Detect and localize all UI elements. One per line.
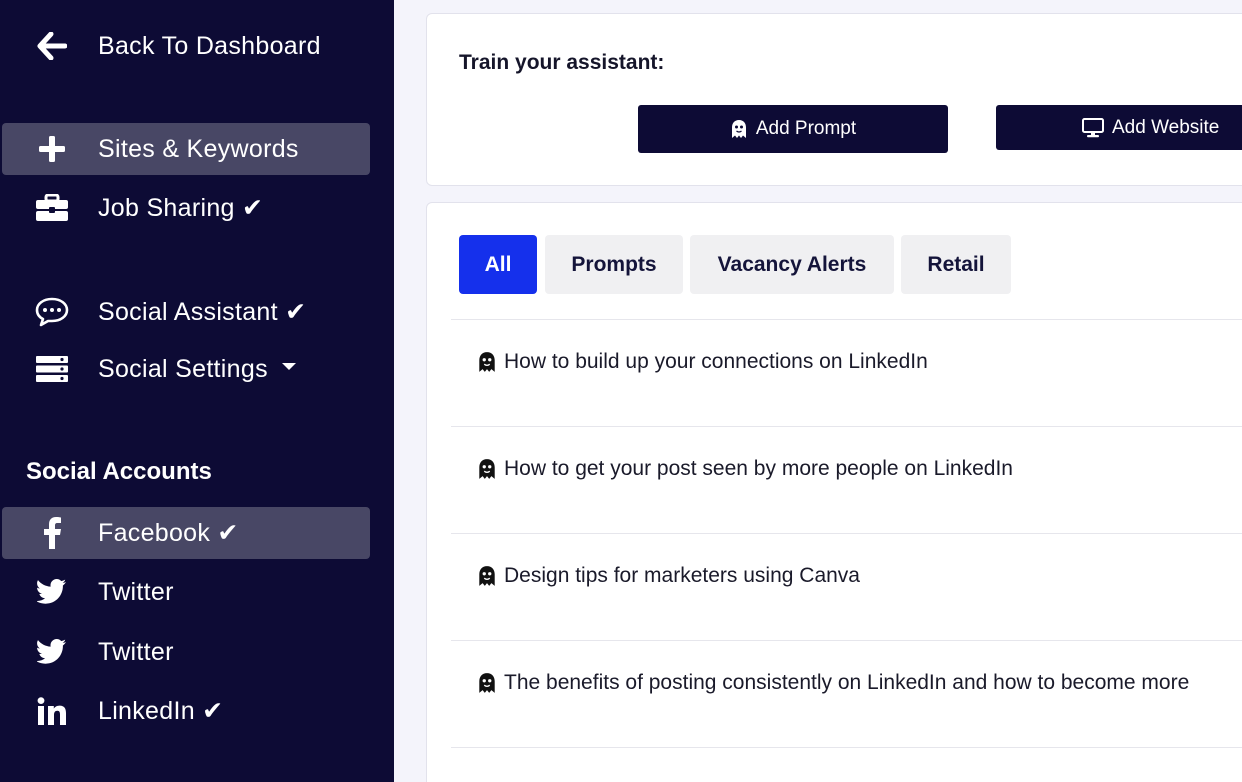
add-website-button[interactable]: Add Website xyxy=(996,105,1242,150)
twitter-icon xyxy=(32,634,72,670)
ghost-icon xyxy=(477,458,497,480)
sidebar-item-job-sharing[interactable]: Job Sharing ✔ xyxy=(2,182,370,234)
tab-all[interactable]: All xyxy=(459,235,537,294)
back-to-dashboard-label: Back To Dashboard xyxy=(98,31,321,60)
tab-prompts[interactable]: Prompts xyxy=(545,235,683,294)
social-accounts-heading: Social Accounts xyxy=(26,458,212,485)
add-website-label: Add Website xyxy=(1112,116,1220,138)
list-item[interactable]: How to get your post seen by more people… xyxy=(451,426,1242,533)
twitter-icon xyxy=(32,574,72,610)
prompt-text: The benefits of posting consistently on … xyxy=(504,671,1190,694)
sidebar-item-label: Sites & Keywords xyxy=(98,134,299,163)
list-item[interactable]: Design tips for marketers using Canva xyxy=(451,533,1242,640)
sidebar-item-label: Social Settings xyxy=(98,355,296,384)
sidebar-item-label: LinkedIn ✔ xyxy=(98,697,224,725)
add-prompt-button[interactable]: Add Prompt xyxy=(638,105,948,153)
server-icon xyxy=(32,351,72,387)
tab-retail[interactable]: Retail xyxy=(901,235,1011,294)
sidebar-item-sites-keywords[interactable]: Sites & Keywords xyxy=(2,123,370,175)
sidebar-item-social-assistant[interactable]: Social Assistant ✔ xyxy=(2,286,370,338)
list-item[interactable] xyxy=(451,747,1242,782)
sidebar-item-social-settings[interactable]: Social Settings xyxy=(2,343,370,395)
prompt-text: How to get your post seen by more people… xyxy=(504,457,1013,480)
back-to-dashboard-link[interactable]: Back To Dashboard xyxy=(2,20,370,72)
ghost-icon xyxy=(477,351,497,373)
sidebar-item-label: Twitter xyxy=(98,637,174,666)
monitor-icon xyxy=(1082,117,1104,138)
prompt-list-card: All Prompts Vacancy Alerts Retail How to… xyxy=(426,202,1242,782)
tab-vacancy-alerts[interactable]: Vacancy Alerts xyxy=(690,235,894,294)
arrow-left-icon xyxy=(32,28,72,64)
sidebar-item-linkedin[interactable]: LinkedIn ✔ xyxy=(2,685,370,737)
prompt-text: Design tips for marketers using Canva xyxy=(504,564,860,587)
caret-down-icon xyxy=(281,363,296,371)
sidebar: Back To Dashboard Sites & Keywords Job S… xyxy=(0,0,394,782)
ghost-icon xyxy=(477,565,497,587)
sidebar-item-twitter[interactable]: Twitter xyxy=(2,626,370,678)
sidebar-item-label: Facebook ✔ xyxy=(98,519,239,547)
list-item[interactable]: The benefits of posting consistently on … xyxy=(451,640,1242,747)
train-assistant-title: Train your assistant: xyxy=(459,51,665,74)
chat-bubble-icon xyxy=(32,294,72,330)
train-assistant-card: Train your assistant: Add Prompt Add Web… xyxy=(426,13,1242,186)
briefcase-icon xyxy=(32,190,72,226)
sidebar-item-label: Social Assistant ✔ xyxy=(98,298,307,326)
social-settings-label: Social Settings xyxy=(98,354,268,383)
sidebar-item-label: Job Sharing ✔ xyxy=(98,194,264,222)
sidebar-item-twitter[interactable]: Twitter xyxy=(2,566,370,618)
add-prompt-label: Add Prompt xyxy=(755,118,857,139)
ghost-icon xyxy=(730,119,748,139)
ghost-icon xyxy=(477,672,497,694)
sidebar-item-label: Twitter xyxy=(98,577,174,606)
sidebar-item-facebook[interactable]: Facebook ✔ xyxy=(2,507,370,559)
list-item[interactable]: How to build up your connections on Link… xyxy=(451,319,1242,426)
prompt-text: How to build up your connections on Link… xyxy=(504,350,928,373)
linkedin-icon xyxy=(32,693,72,729)
facebook-icon xyxy=(32,515,72,551)
plus-icon xyxy=(32,131,72,167)
